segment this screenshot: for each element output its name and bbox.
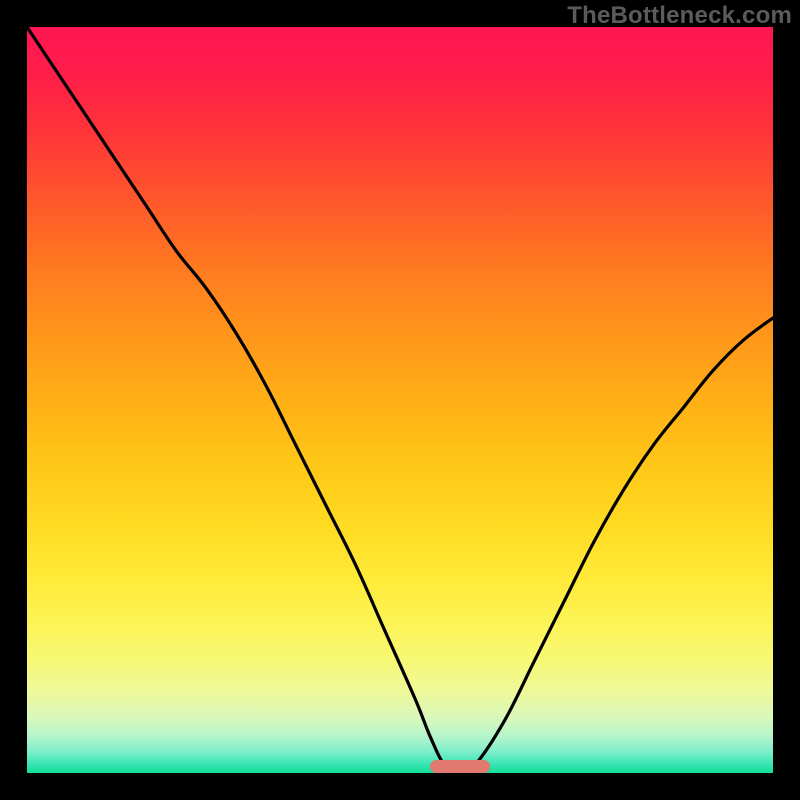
bottleneck-curve [27,27,773,773]
plot-area [27,27,773,773]
optimal-marker [430,760,490,773]
watermark-text: TheBottleneck.com [567,2,792,30]
